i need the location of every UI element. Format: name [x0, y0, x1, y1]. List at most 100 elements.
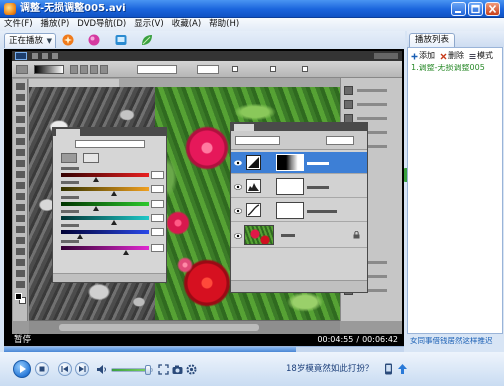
- tab-now-playing[interactable]: 正在播放 ▼: [4, 33, 56, 48]
- leaf-icon[interactable]: [141, 34, 153, 46]
- ps-layer-mask-thumbnail: [276, 178, 304, 195]
- ps-adjustment-thumbnail: [246, 179, 261, 193]
- volume-slider[interactable]: [111, 365, 153, 375]
- ps-slider-knob: [93, 177, 99, 182]
- ps-logo-icon: [15, 52, 27, 60]
- screen-icon[interactable]: [115, 34, 127, 46]
- plus-icon: [411, 53, 418, 59]
- video-frame: [12, 51, 402, 334]
- ps-auto-button: [61, 153, 77, 163]
- next-icon: [79, 366, 86, 372]
- mute-button[interactable]: [96, 364, 108, 375]
- ps-yellows-slider: [61, 187, 149, 191]
- app-icon: [4, 3, 16, 15]
- ps-panel-tab: [56, 129, 80, 136]
- ps-layer-options-row: [231, 131, 367, 150]
- time-total: 00:06:42: [362, 335, 398, 344]
- mode-button[interactable]: 模式: [469, 52, 493, 60]
- ps-slider-label: [61, 181, 79, 184]
- close-button[interactable]: [485, 2, 500, 16]
- tab-now-playing-label: 正在播放: [9, 35, 44, 46]
- title-bar[interactable]: 调整-无损调整005.avi: [0, 0, 504, 18]
- ps-layers-panel: [230, 122, 368, 293]
- playlist-promo-link[interactable]: 女同事借钱居然这样推迟: [410, 337, 503, 345]
- ps-slider-knob: [123, 250, 129, 255]
- ps-adjustment-thumbnail: [246, 155, 261, 170]
- ps-reds-slider: [61, 173, 149, 177]
- ps-slider-value-box: [151, 200, 164, 208]
- menu-favorites[interactable]: 收藏(A): [172, 20, 201, 29]
- maximize-button[interactable]: [468, 2, 483, 16]
- ps-panel-tab: [234, 124, 254, 131]
- eye-icon: [234, 184, 242, 190]
- ps-options-bar: [12, 61, 402, 78]
- levels-icon: [248, 183, 259, 191]
- ps-view-icon: [42, 53, 48, 59]
- upload-icon: [398, 364, 407, 374]
- ps-slider-label: [61, 196, 79, 199]
- ps-slider-label: [61, 210, 79, 213]
- ps-background-thumbnail: [244, 225, 274, 245]
- control-bar-promo-link[interactable]: 18岁模竟然如此打扮？: [286, 365, 373, 374]
- ps-tool-icons: [16, 83, 25, 288]
- control-bar: 18岁模竟然如此打扮？: [0, 352, 504, 386]
- ps-dock-label-line: [357, 117, 387, 120]
- play-button[interactable]: [13, 360, 31, 378]
- ps-greens-slider: [61, 202, 149, 206]
- stop-button[interactable]: [35, 362, 49, 376]
- ps-blues-slider: [61, 230, 149, 234]
- ball-icon[interactable]: [88, 34, 100, 46]
- ps-panel-header: [53, 128, 166, 136]
- ps-slider-label: [61, 240, 79, 243]
- video-viewport[interactable]: 暂停 00:04:55 / 00:06:42: [4, 49, 404, 346]
- stop-icon: [39, 366, 45, 372]
- mode-label: 模式: [477, 51, 493, 60]
- delete-icon: [440, 53, 447, 59]
- menu-view[interactable]: 显示(V): [134, 20, 163, 29]
- mobile-icon: [385, 363, 392, 375]
- playlist-item[interactable]: 1.调整-无损调整005: [411, 64, 501, 72]
- delete-button[interactable]: 删除: [440, 52, 464, 60]
- volume-knob[interactable]: [145, 365, 151, 375]
- ps-reflected-gradient-icon: [100, 65, 108, 74]
- add-label: 添加: [419, 51, 435, 60]
- eye-icon: [234, 208, 242, 214]
- settings-button[interactable]: [186, 364, 197, 375]
- ps-layer-mask-thumbnail: [276, 154, 304, 171]
- add-button[interactable]: 添加: [411, 52, 435, 60]
- capture-button[interactable]: [172, 364, 183, 375]
- ps-dock-label-line: [357, 89, 387, 92]
- tab-playlist[interactable]: 播放列表: [409, 33, 455, 47]
- ps-transparency-checkbox: [302, 66, 308, 72]
- chevron-down-icon[interactable]: ▼: [47, 37, 52, 45]
- fullscreen-button[interactable]: [158, 364, 169, 375]
- minimize-button[interactable]: [451, 2, 466, 16]
- previous-button[interactable]: [58, 362, 72, 376]
- menu-play[interactable]: 播放(P): [41, 20, 70, 29]
- next-button[interactable]: [75, 362, 89, 376]
- curves-icon: [247, 204, 260, 216]
- ps-slider-knob: [111, 191, 117, 196]
- ps-window-controls: [374, 53, 398, 59]
- ps-zoom-icon: [52, 53, 58, 59]
- upload-button[interactable]: [397, 363, 408, 375]
- burst-icon[interactable]: [62, 34, 74, 46]
- eye-icon: [234, 160, 242, 166]
- ps-mode-dropdown: [137, 65, 177, 74]
- ps-layer-name-line: [281, 234, 295, 237]
- ps-document-tab: [29, 79, 119, 87]
- black-white-adjustment-icon: [248, 157, 259, 168]
- menu-file[interactable]: 文件(F): [4, 20, 33, 29]
- delete-label: 删除: [448, 51, 464, 60]
- close-icon: [488, 4, 497, 14]
- mobile-button[interactable]: [384, 363, 393, 375]
- ps-layers-footer: [231, 280, 367, 292]
- ps-layer-name-line: [307, 162, 329, 165]
- menu-help[interactable]: 帮助(H): [209, 20, 239, 29]
- previous-icon: [61, 366, 68, 372]
- menu-dvd-navigation[interactable]: DVD导航(D): [77, 20, 126, 29]
- ps-app-bar: [12, 51, 402, 61]
- ps-slider-knob: [93, 206, 99, 211]
- ps-linear-gradient-icon: [70, 65, 78, 74]
- ps-slider-knob: [111, 220, 117, 225]
